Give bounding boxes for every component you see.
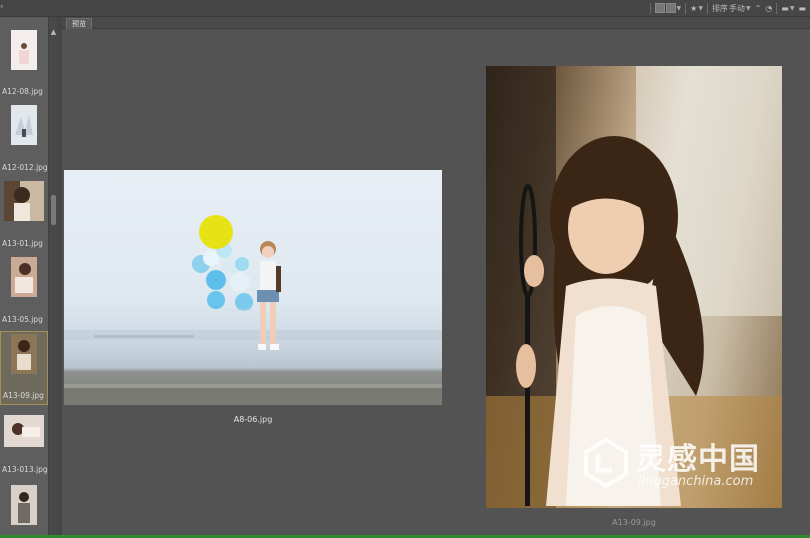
filmstrip-item-label: A13-013.jpg xyxy=(2,465,48,474)
recent-folder-button[interactable]: ◔ xyxy=(765,4,772,13)
preview-image-1-caption: A8-06.jpg xyxy=(233,415,273,424)
filmstrip-item-label: A13-05.jpg xyxy=(2,315,43,324)
scroll-up-icon[interactable]: ▲ xyxy=(50,28,57,36)
filmstrip-item[interactable]: A13-01.jpg xyxy=(0,179,48,255)
thumbnail-image xyxy=(11,485,37,525)
toolbar-separator xyxy=(776,2,778,14)
scrollbar-thumb[interactable] xyxy=(51,195,56,225)
chevron-down-icon: ▼ xyxy=(698,4,703,12)
chevron-down-icon: ▼ xyxy=(745,4,751,12)
sort-button[interactable]: 排序 手动 ▼ xyxy=(712,3,751,14)
top-toolbar: ‹ ▼ ★ ▼ 排序 手动 ▼ ⌃ ◔ ▬ ▼ ▬ xyxy=(0,0,810,17)
filmstrip-item[interactable]: A12-012.jpg xyxy=(0,103,48,179)
clock-icon: ◔ xyxy=(765,3,773,13)
filmstrip-item-label: A12-012.jpg xyxy=(2,163,48,172)
filmstrip-item[interactable]: A13-013.jpg xyxy=(0,407,48,483)
folder-icon: ▬ xyxy=(781,3,789,13)
thumbnail-image xyxy=(11,334,37,374)
preview-tab-bar: 预览 xyxy=(62,17,810,29)
filmstrip-item-label: A12-08.jpg xyxy=(2,87,43,96)
folder-icon: ▬ xyxy=(798,3,806,13)
sort-label: 排序 xyxy=(711,3,728,13)
watermark-logo-icon xyxy=(584,437,628,488)
star-icon: ★ xyxy=(690,3,698,13)
thumbnail-image xyxy=(11,30,37,70)
thumbnail-image xyxy=(4,181,44,221)
sort-ascending-button[interactable]: ⌃ xyxy=(755,4,762,13)
toolbar-separator xyxy=(706,2,708,14)
thumbnail-image xyxy=(11,257,37,297)
toolbar-separator xyxy=(685,2,687,14)
chevron-left-icon[interactable]: ‹ xyxy=(0,2,4,12)
watermark-title: 灵感中国 xyxy=(636,442,760,477)
filmstrip-item[interactable] xyxy=(0,483,48,538)
thumbnail-image xyxy=(11,105,37,145)
folder-button[interactable]: ▬ xyxy=(798,4,806,13)
chevron-down-icon: ▼ xyxy=(789,4,795,12)
rating-filter-button[interactable]: ★ ▼ xyxy=(690,4,703,13)
toolbar-separator xyxy=(649,2,651,14)
new-folder-button[interactable]: ▬ ▼ xyxy=(781,4,794,13)
watermark-subtitle: lingganchina.com xyxy=(638,474,754,489)
filmstrip-item-label: A13-09.jpg xyxy=(3,391,44,400)
filmstrip-item[interactable]: A13-05.jpg xyxy=(0,255,48,331)
filmstrip-item[interactable]: A12-08.jpg xyxy=(0,27,48,105)
balloon-girl-photo xyxy=(64,241,442,405)
filmstrip-item-label: A13-01.jpg xyxy=(2,239,43,248)
chevron-up-icon: ⌃ xyxy=(754,3,762,13)
tab-preview[interactable]: 预览 xyxy=(66,18,92,29)
grid-view-button[interactable]: ▼ xyxy=(654,3,682,13)
sort-value: 手动 xyxy=(728,3,745,13)
watermark: 灵感中国 lingganchina.com xyxy=(580,432,810,498)
filmstrip-view-icon xyxy=(665,3,676,13)
thumbnail-image xyxy=(4,415,44,447)
toolbar-right-group: ▼ ★ ▼ 排序 手动 ▼ ⌃ ◔ ▬ ▼ ▬ xyxy=(649,1,806,15)
filmstrip-item-selected[interactable]: A13-09.jpg xyxy=(0,331,48,405)
chevron-down-icon: ▼ xyxy=(676,4,682,12)
preview-image-1[interactable] xyxy=(64,170,442,405)
preview-image-2-caption: A13-09.jpg xyxy=(612,518,656,527)
grid-view-icon xyxy=(654,3,665,13)
cursor-highlight xyxy=(199,215,233,249)
filmstrip-panel: A12-08.jpg A12-012.jpg A13-01.jpg A13-05… xyxy=(0,17,48,538)
